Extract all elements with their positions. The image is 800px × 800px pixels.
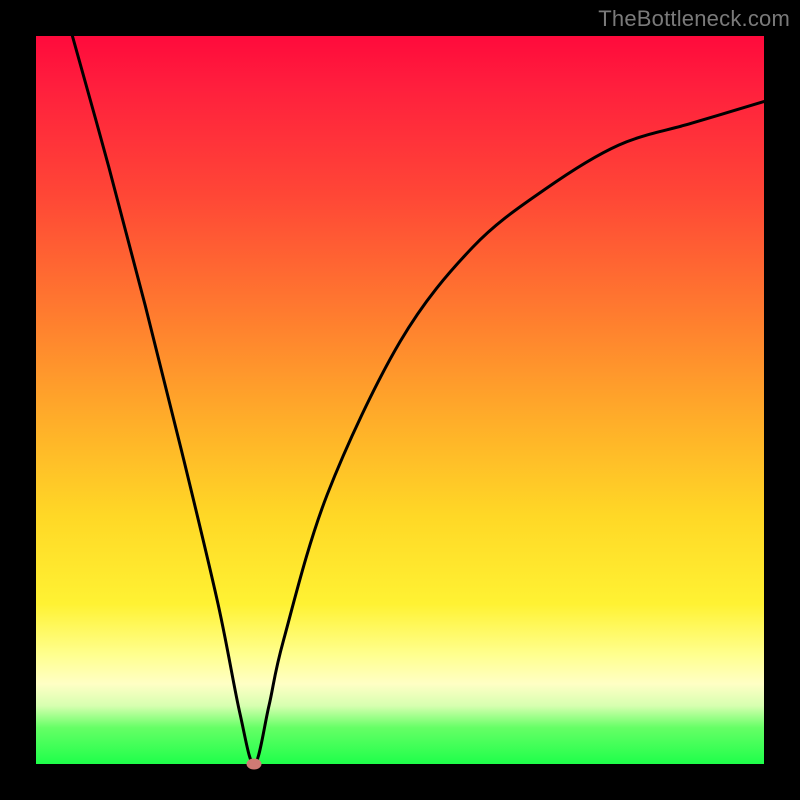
watermark-text: TheBottleneck.com bbox=[598, 6, 790, 32]
bottleneck-curve-path bbox=[72, 36, 764, 764]
chart-frame: TheBottleneck.com bbox=[0, 0, 800, 800]
plot-area bbox=[36, 36, 764, 764]
optimum-marker bbox=[247, 759, 262, 770]
curve-svg bbox=[36, 36, 764, 764]
